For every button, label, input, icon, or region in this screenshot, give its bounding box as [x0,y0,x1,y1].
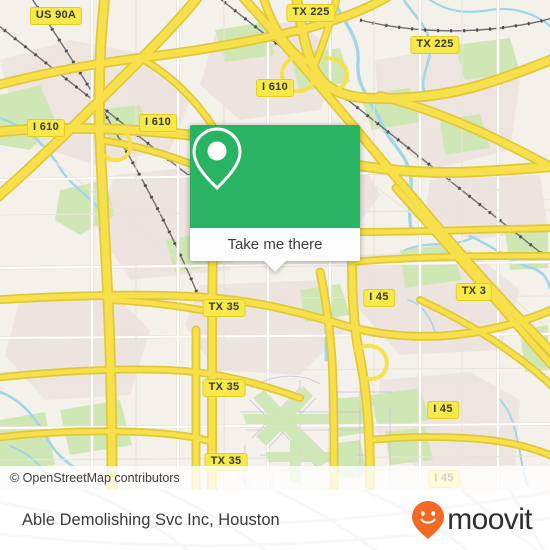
moovit-wordmark: moovit [447,503,532,536]
moovit-map-screenshot: .rdC{stroke:#e0c93d;fill:none;stroke-lin… [0,0,550,550]
popup-cta-label: Take me there [227,236,323,253]
map-canvas[interactable]: .rdC{stroke:#e0c93d;fill:none;stroke-lin… [0,0,550,490]
road-shield: TX 35 [202,379,246,397]
map-attribution: © OpenStreetMap contributors [0,466,550,490]
map-pin-icon [192,127,242,191]
road-shield: I 610 [139,114,177,132]
road-shield: I 610 [256,79,294,97]
place-title-text: Able Demolishing Svc Inc, Houston [22,510,280,529]
moovit-brand[interactable]: moovit [411,490,533,550]
popup-tail [264,261,286,272]
road-shield: TX 225 [410,36,460,54]
place-title: Able Demolishing Svc Inc, Houston [22,490,280,550]
road-shield: I 610 [27,119,65,137]
footer-bar: Able Demolishing Svc Inc, Houston moovit [0,490,550,550]
road-shield: TX 3 [455,283,493,301]
popup-cta[interactable]: Take me there [190,228,360,261]
road-shield: US 90A [29,7,83,25]
location-popup[interactable]: Take me there [190,125,360,272]
popup-image-area [190,125,360,228]
attribution-text: © OpenStreetMap contributors [10,471,180,485]
road-shield: I 45 [427,401,459,419]
moovit-smiley-pin-icon [412,501,445,539]
road-shield: TX 35 [202,299,246,317]
road-shield: I 45 [363,289,395,307]
road-shield: TX 225 [286,4,336,22]
